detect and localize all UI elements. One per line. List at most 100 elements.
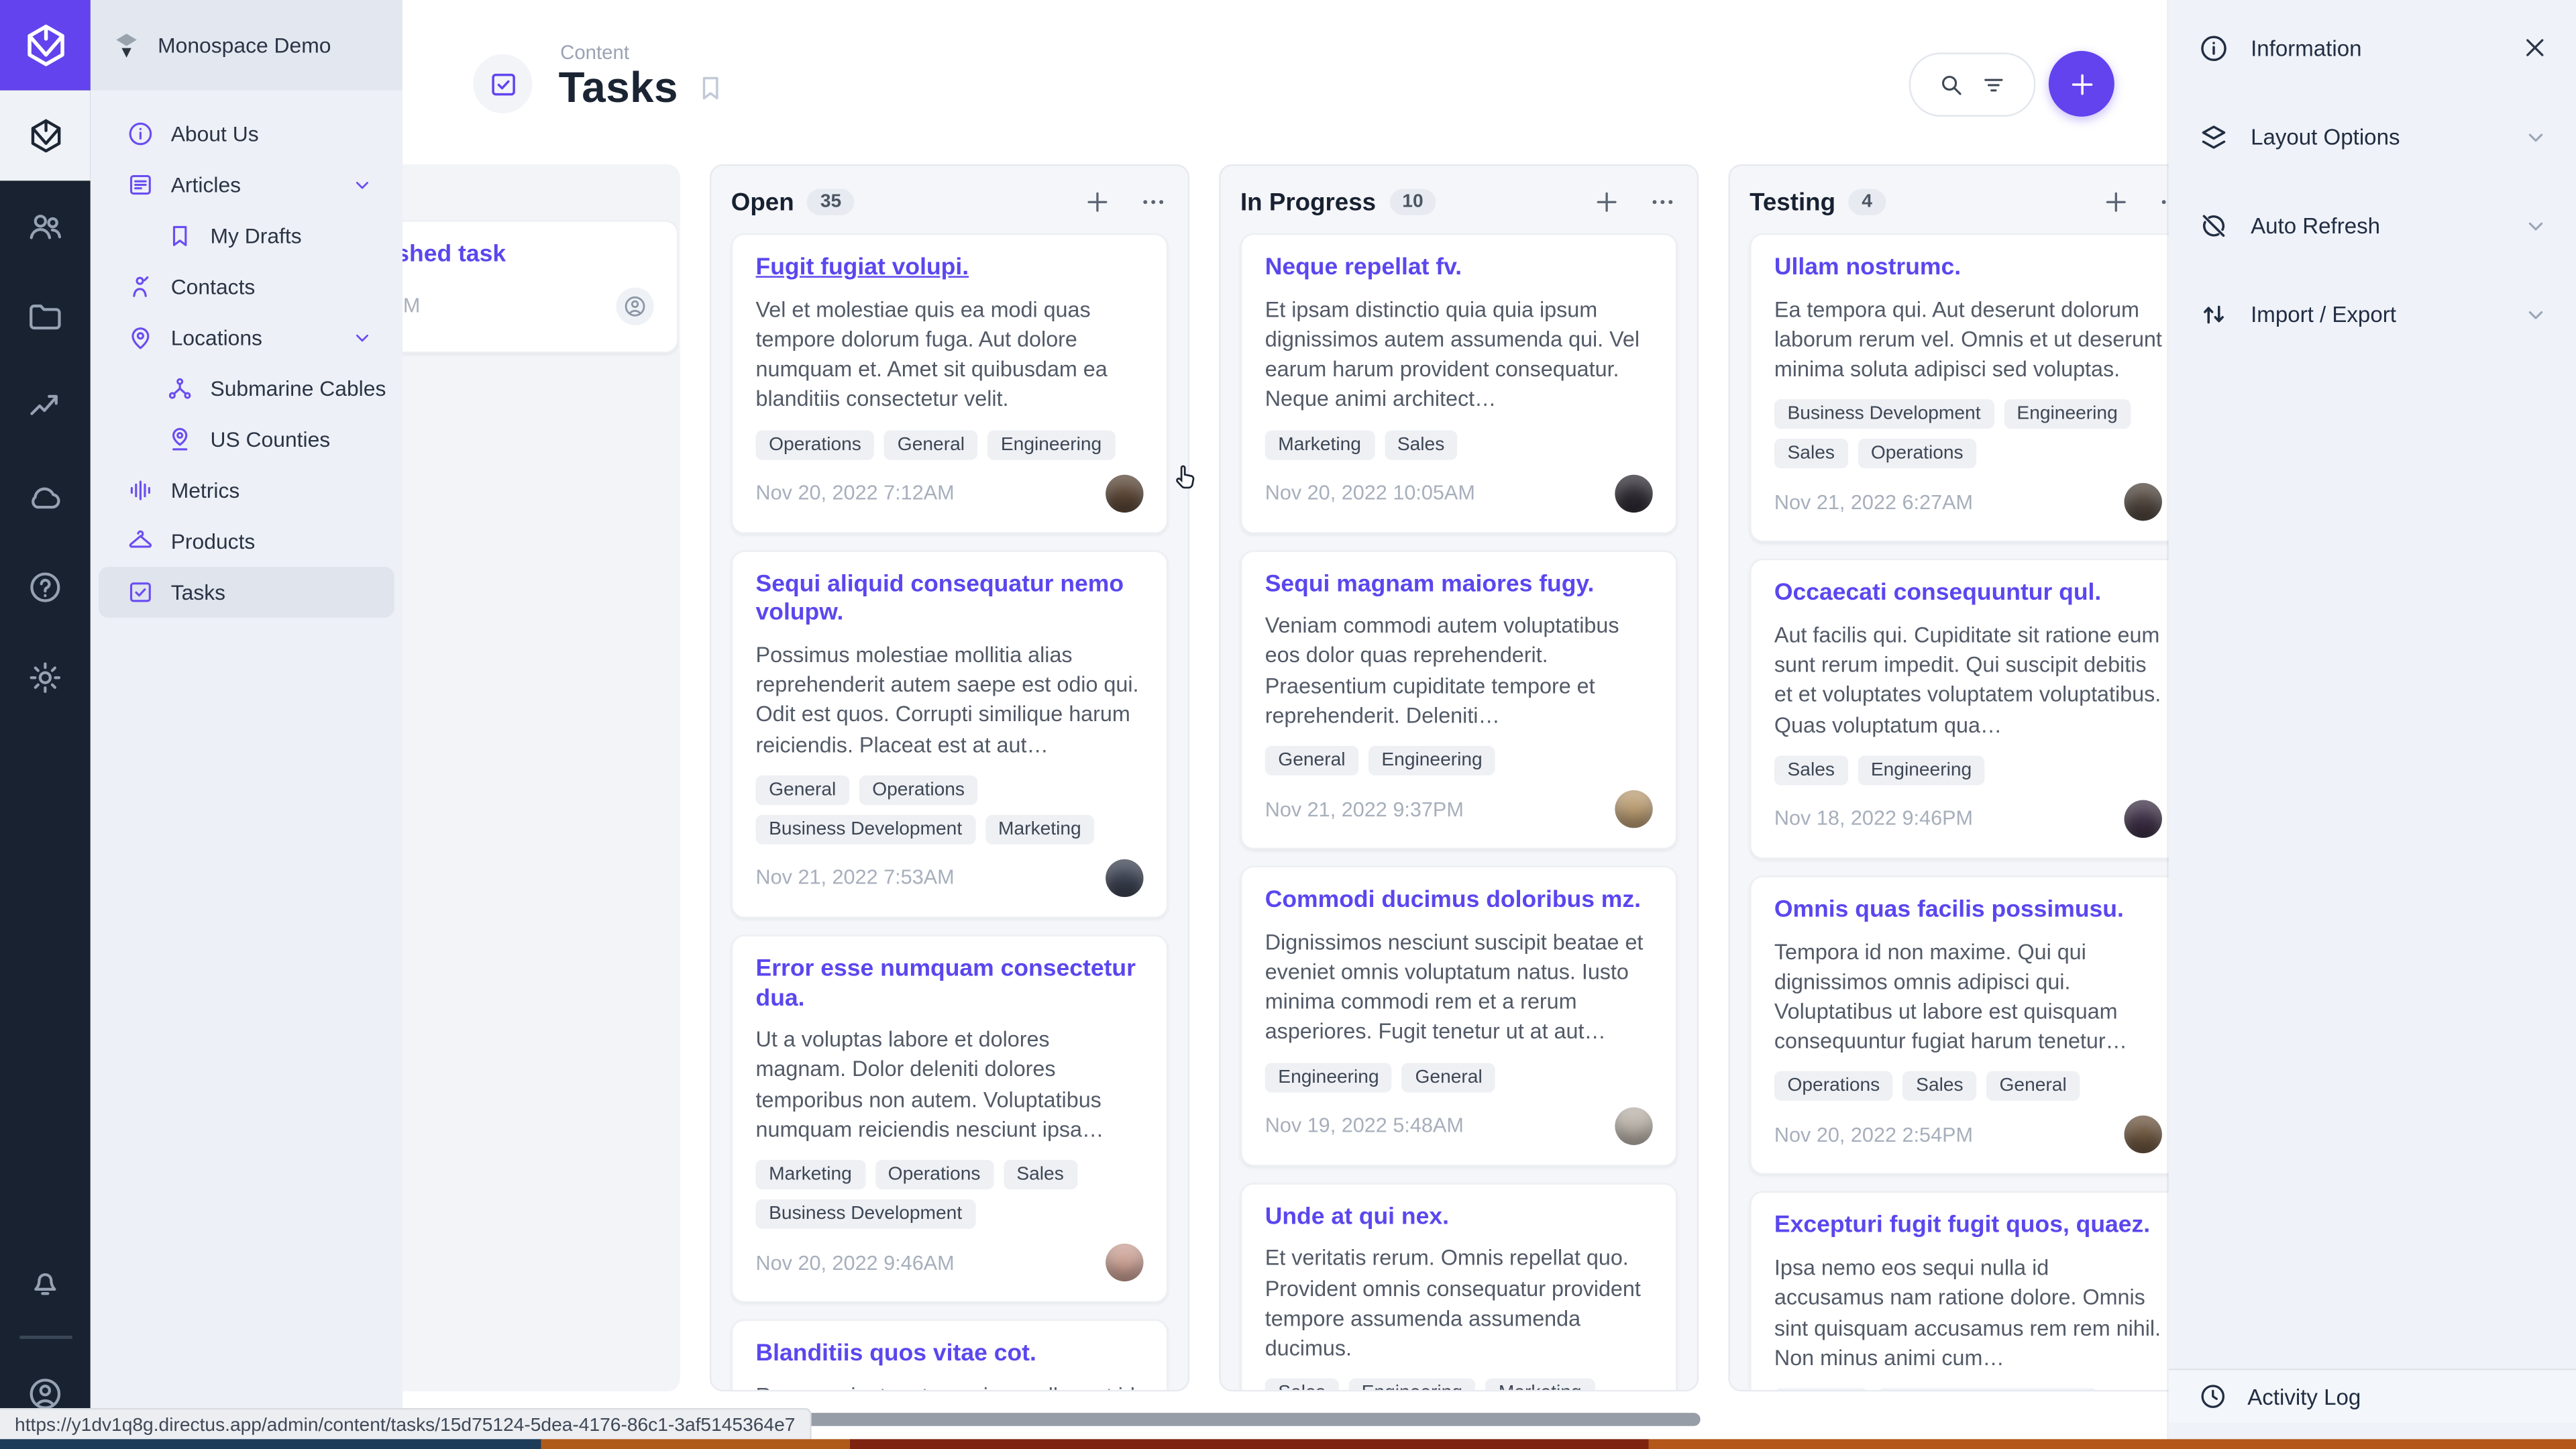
add-card-icon[interactable]	[2101, 187, 2131, 217]
insights-icon	[26, 388, 64, 425]
directus-logo[interactable]	[0, 0, 91, 91]
collection-icon-button[interactable]	[473, 54, 532, 113]
task-card[interactable]: Occaecati consequuntur qul.Aut facilis q…	[1750, 559, 2186, 859]
activity-log-button[interactable]: Activity Log	[2169, 1368, 2576, 1423]
task-card[interactable]: Blanditiis quos vitae cot.Rerum enim ten…	[731, 1320, 1168, 1392]
tag-chip: General	[1774, 1388, 1868, 1391]
task-card[interactable]: Omnis quas facilis possimusu.Tempora id …	[1750, 875, 2186, 1175]
cube-icon	[25, 116, 65, 156]
board-column-open: Open35Fugit fugiat volupi.Vel et molesti…	[710, 164, 1189, 1391]
network-icon	[166, 374, 194, 402]
tag-chip: General	[1402, 1063, 1495, 1092]
task-card[interactable]: Excepturi fugit fugit quos, quaez.Ipsa n…	[1750, 1192, 2186, 1392]
column-title: In Progress	[1240, 188, 1376, 216]
task-date: Nov 18, 2022 9:46PM	[1774, 807, 1973, 830]
info-icon	[127, 120, 155, 148]
sidebar-section-information[interactable]: Information	[2169, 23, 2576, 72]
module-insights[interactable]	[0, 362, 91, 452]
module-settings[interactable]	[0, 633, 91, 723]
task-title-link[interactable]: Fugit fugiat volupi.	[756, 255, 1144, 284]
chevron-down-icon[interactable]	[2522, 122, 2550, 150]
notifications-button[interactable]	[0, 1236, 91, 1326]
tag-list: OperationsSalesGeneral	[1774, 1072, 2162, 1102]
sidebar-item-articles[interactable]: Articles	[99, 160, 394, 211]
task-card[interactable]: Sequi magnam maiores fugy.Veniam commodi…	[1240, 549, 1677, 849]
task-card[interactable]: Commodi ducimus doloribus mz.Dignissimos…	[1240, 866, 1677, 1166]
task-title-link[interactable]: Blanditiis quos vitae cot.	[756, 1341, 1144, 1370]
tag-chip: Business Development	[756, 1199, 975, 1229]
module-files[interactable]	[0, 271, 91, 362]
sidebar-item-my-drafts[interactable]: My Drafts	[99, 210, 394, 261]
project-switcher[interactable]: Monospace Demo	[91, 0, 402, 91]
sidebar-section-import-export[interactable]: Import / Export	[2169, 289, 2576, 338]
sidebar-item-label: About Us	[171, 121, 259, 146]
avatar	[2125, 484, 2162, 521]
sidebar-item-us-counties[interactable]: US Counties	[99, 414, 394, 465]
import-export-icon	[2198, 298, 2230, 329]
help-icon	[26, 568, 64, 606]
clock-icon	[2198, 1382, 2228, 1411]
sidebar-section-label: Layout Options	[2251, 124, 2400, 149]
chevron-down-icon[interactable]	[2522, 211, 2550, 239]
sidebar-item-locations[interactable]: Locations	[99, 312, 394, 363]
tag-chip: Sales	[1384, 430, 1458, 460]
tag-list: MarketingOperationsSalesBusiness Develop…	[756, 1160, 1144, 1229]
page-title: Tasks	[559, 62, 678, 113]
module-content[interactable]	[0, 91, 91, 181]
tag-list: SalesEngineering	[1774, 755, 2162, 785]
column-count-badge: 10	[1389, 189, 1437, 215]
column-count-badge: 4	[1849, 189, 1886, 215]
sidebar-item-about-us[interactable]: About Us	[99, 109, 394, 160]
search-icon[interactable]	[1937, 70, 1965, 99]
add-card-icon[interactable]	[1592, 187, 1621, 217]
task-title-link[interactable]: Excepturi fugit fugit quos, quaez.	[1774, 1213, 2162, 1242]
module-cloud[interactable]	[0, 451, 91, 542]
column-menu-icon[interactable]	[1648, 187, 1677, 217]
sidebar-section-auto-refresh[interactable]: Auto Refresh	[2169, 201, 2576, 250]
close-icon[interactable]	[2520, 33, 2550, 62]
info-sidebar: Information Layout Options Auto Refresh Imp…	[2169, 0, 2576, 1439]
user-circle-icon	[26, 1375, 64, 1413]
sidebar-item-submarine-cables[interactable]: Submarine Cables	[99, 363, 394, 414]
task-card[interactable]: Sequi aliquid consequatur nemo volupw.Po…	[731, 549, 1168, 918]
search-filter-pill[interactable]	[1909, 52, 2036, 117]
task-card[interactable]: Error esse numquam consectetur dua.Ut a …	[731, 934, 1168, 1303]
chevron-down-icon[interactable]	[350, 172, 375, 197]
task-card[interactable]: Unde at qui nex.Et veritatis rerum. Omni…	[1240, 1183, 1677, 1392]
sidebar-section-layout-options[interactable]: Layout Options	[2169, 112, 2576, 161]
chevron-down-icon[interactable]	[350, 325, 375, 350]
bookmark-icon[interactable]	[694, 72, 726, 104]
task-title-link[interactable]: Ullam nostrumc.	[1774, 255, 2162, 284]
task-title-link[interactable]: Sequi magnam maiores fugy.	[1265, 571, 1653, 600]
column-menu-icon[interactable]	[1138, 187, 1168, 217]
sidebar-item-metrics[interactable]: Metrics	[99, 465, 394, 516]
statusbar-url: https://y1dv1q8g.directus.app/admin/cont…	[0, 1408, 812, 1441]
module-help[interactable]	[0, 542, 91, 633]
chevron-down-icon[interactable]	[2522, 300, 2550, 328]
task-card[interactable]: Ullam nostrumc.Ea tempora qui. Aut deser…	[1750, 233, 2186, 543]
sidebar-item-contacts[interactable]: Contacts	[99, 261, 394, 312]
task-title-link[interactable]: Unde at qui nex.	[1265, 1203, 1653, 1232]
filter-icon[interactable]	[1980, 70, 2008, 99]
task-date: Nov 20, 2022 10:05AM	[1265, 482, 1475, 504]
task-title-link[interactable]: Error esse numquam consectetur dua.	[756, 956, 1144, 1014]
task-title-link[interactable]: Commodi ducimus doloribus mz.	[1265, 888, 1653, 916]
add-item-button[interactable]	[2049, 51, 2114, 117]
avatar	[1106, 474, 1143, 512]
module-users[interactable]	[0, 180, 91, 271]
add-card-icon[interactable]	[1083, 187, 1112, 217]
tag-list: MarketingSales	[1265, 430, 1653, 460]
task-title-link[interactable]: Occaecati consequuntur qul.	[1774, 580, 2162, 609]
task-title-link[interactable]: ished task	[389, 241, 653, 270]
task-card[interactable]: Neque repellat fv.Et ipsam distinctio qu…	[1240, 233, 1677, 533]
avatar	[2125, 800, 2162, 837]
task-title-link[interactable]: Neque repellat fv.	[1265, 255, 1653, 284]
sidebar-item-tasks[interactable]: Tasks	[99, 567, 394, 618]
tag-chip: Business Development	[1774, 400, 1994, 429]
sidebar-item-products[interactable]: Products	[99, 516, 394, 567]
tag-chip: General	[756, 775, 849, 804]
task-card[interactable]: Fugit fugiat volupi.Vel et molestiae qui…	[731, 233, 1168, 533]
sidebar-section-label: Import / Export	[2251, 301, 2396, 326]
task-title-link[interactable]: Omnis quas facilis possimusu.	[1774, 897, 2162, 926]
task-title-link[interactable]: Sequi aliquid consequatur nemo volupw.	[756, 571, 1144, 629]
